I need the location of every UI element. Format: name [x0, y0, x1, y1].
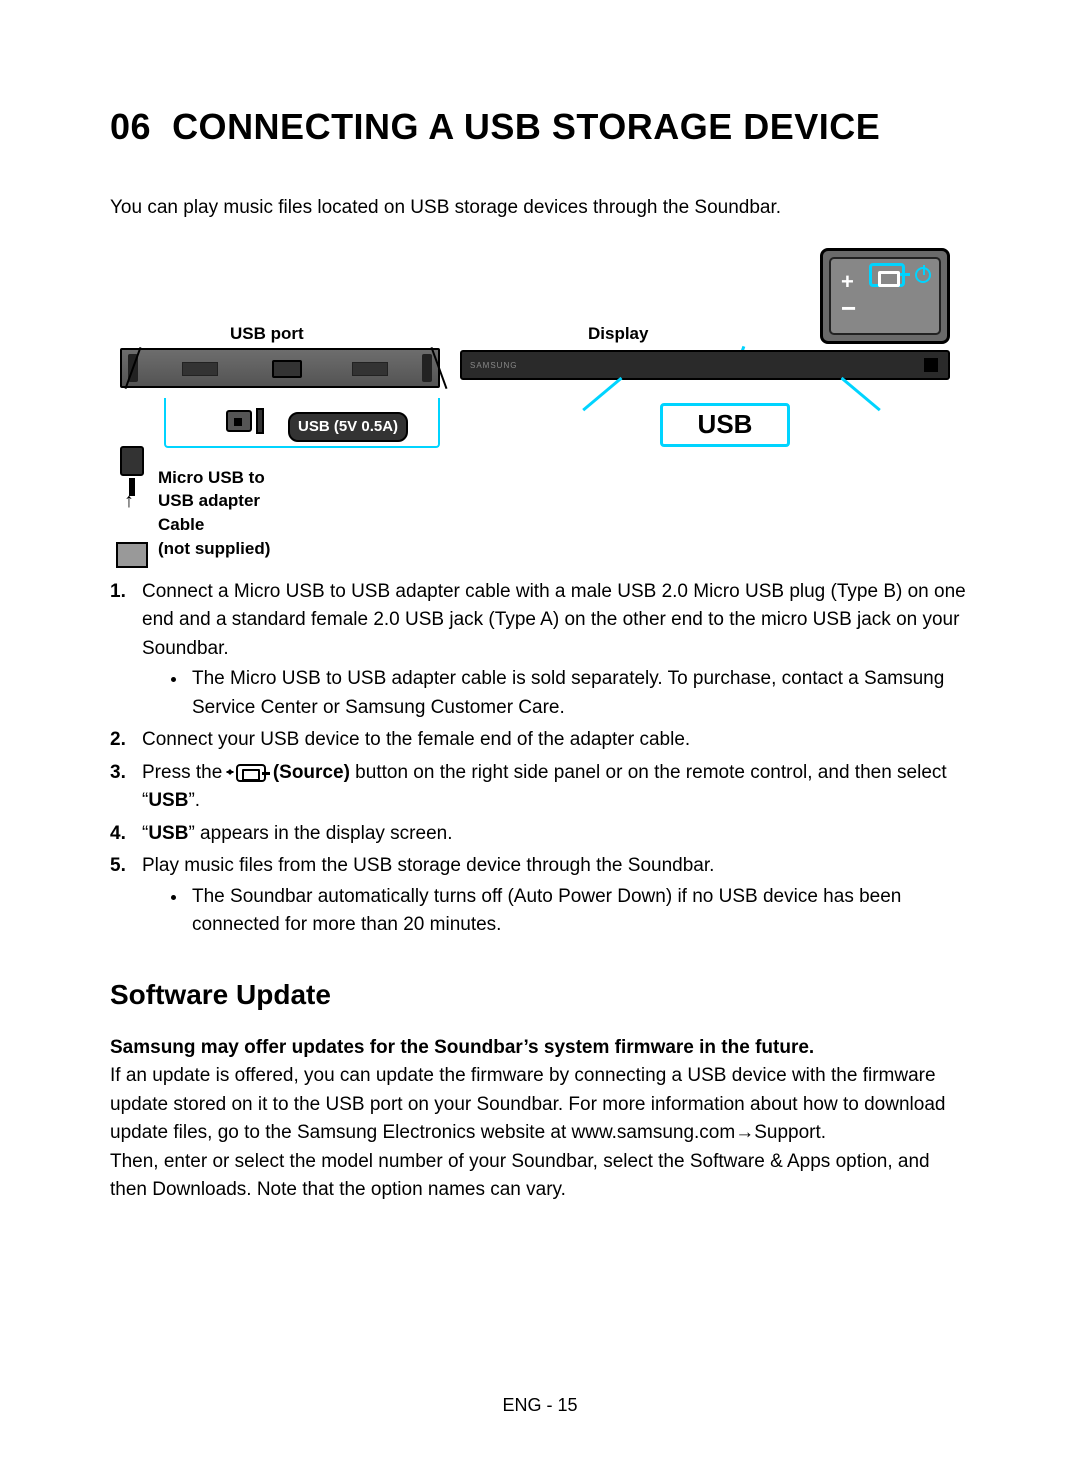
- soundbar-front-figure: SAMSUNG: [460, 350, 950, 380]
- usb-port-badge: USB (5V 0.5A): [288, 412, 408, 443]
- cable-annotation: Micro USB to USB adapter Cable (not supp…: [158, 466, 310, 561]
- step-3: Press the (Source) button on the right s…: [110, 759, 970, 816]
- arrow-up-icon: ↑: [124, 486, 134, 516]
- step-1: Connect a Micro USB to USB adapter cable…: [110, 578, 970, 723]
- adapter-cable-figure: ↑ Micro USB to USB adapter Cable (not su…: [110, 446, 310, 576]
- page-footer: ENG - 15: [0, 1392, 1080, 1419]
- software-update-heading: Software Update: [110, 974, 970, 1016]
- micro-usb-jack-icon: [226, 410, 252, 432]
- source-button-icon: [869, 263, 905, 287]
- usb-a-jack-icon: [116, 542, 148, 568]
- step-1-note: The Micro USB to USB adapter cable is so…: [188, 665, 970, 722]
- step-4: “USB” appears in the display screen.: [110, 820, 970, 849]
- section-title-text: CONNECTING A USB STORAGE DEVICE: [172, 106, 880, 147]
- step-5-note: The Soundbar automatically turns off (Au…: [188, 883, 970, 940]
- software-update-p2: Then, enter or select the model number o…: [110, 1148, 970, 1205]
- remote-control-figure: + −: [820, 248, 950, 344]
- step-5: Play music files from the USB storage de…: [110, 852, 970, 940]
- display-label: Display: [588, 321, 648, 347]
- section-title: 06 CONNECTING A USB STORAGE DEVICE: [110, 100, 970, 154]
- micro-usb-plug-icon: [120, 446, 144, 476]
- intro-text: You can play music files located on USB …: [110, 194, 970, 223]
- software-update-p1: If an update is offered, you can update …: [110, 1062, 970, 1148]
- display-zoom-callout: USB: [660, 403, 790, 447]
- connection-diagram: USB port Display USB (5V 0.5A) ↑ Micro U…: [110, 248, 970, 568]
- step-2: Connect your USB device to the female en…: [110, 726, 970, 755]
- minus-icon: −: [841, 303, 856, 313]
- section-number: 06: [110, 106, 151, 147]
- source-icon: [236, 764, 266, 782]
- usb-port-zoom-callout: USB (5V 0.5A): [164, 398, 440, 448]
- source-arrows-icon: [228, 763, 236, 781]
- power-icon: [915, 267, 931, 283]
- software-update-lead: Samsung may offer updates for the Soundb…: [110, 1034, 970, 1063]
- instruction-list: Connect a Micro USB to USB adapter cable…: [110, 578, 970, 940]
- soundbar-rear-panel: [120, 348, 440, 388]
- usb-port-label: USB port: [230, 321, 304, 347]
